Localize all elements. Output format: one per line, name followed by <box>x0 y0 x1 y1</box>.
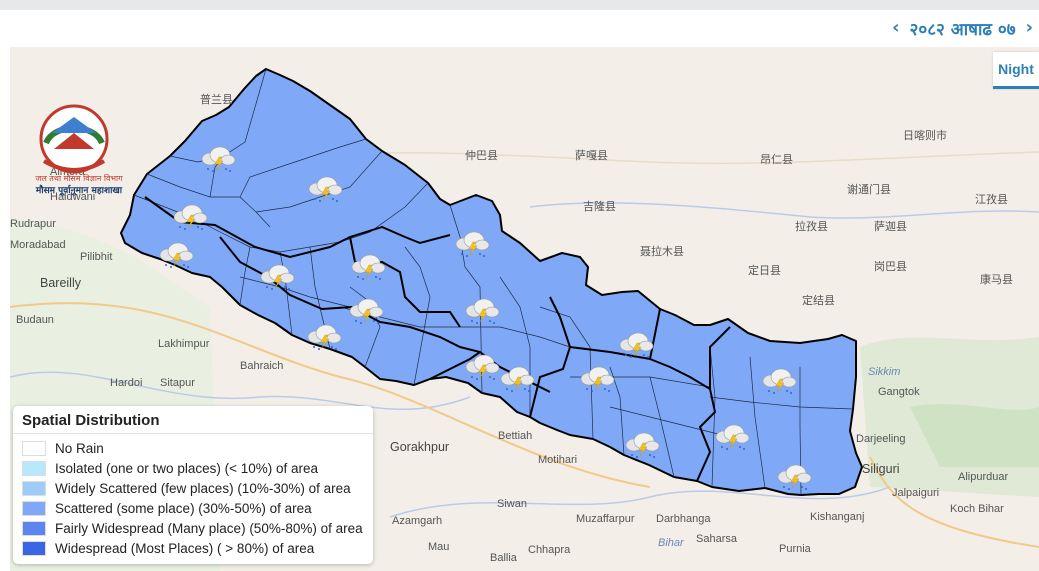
place-dingjie: 定结县 <box>802 293 835 307</box>
legend-item: Scattered (some place) (30%-50%) of area <box>22 498 373 518</box>
place-xietongmen: 谢通门县 <box>847 182 891 196</box>
place-saga: 萨嘎县 <box>575 149 608 162</box>
place-zhongba: 仲巴县 <box>465 148 498 162</box>
place-darbhanga: Darbhanga <box>656 513 711 525</box>
place-shigatse: 日喀则市 <box>903 128 947 142</box>
place-motihari: Motihari <box>538 454 577 466</box>
legend-panel: Spatial Distribution No Rain Isolated (o… <box>13 406 373 564</box>
place-pilibhit: Pilibhit <box>80 251 112 263</box>
place-gorakhpur: Gorakhpur <box>390 440 449 454</box>
place-bareilly: Bareilly <box>40 276 82 290</box>
place-bahraich: Bahraich <box>240 360 283 372</box>
place-purnia: Purnia <box>779 543 812 555</box>
place-nyalam: 聂拉木县 <box>640 244 684 258</box>
place-mau: Mau <box>428 541 449 553</box>
place-moradabad: Moradabad <box>10 239 66 251</box>
place-ballia: Ballia <box>490 552 518 564</box>
legend-swatch <box>22 500 46 516</box>
place-gangtok: Gangtok <box>878 386 920 398</box>
place-lakhimpur: Lakhimpur <box>158 338 210 350</box>
place-lazi: 拉孜县 <box>795 219 828 233</box>
place-kangma: 康马县 <box>980 272 1013 286</box>
place-darjeeling: Darjeeling <box>856 433 906 445</box>
place-bettiah: Bettiah <box>498 430 532 442</box>
legend-label: Widely Scattered (few places) (10%-30%) … <box>55 480 351 496</box>
place-pulan: 普兰县 <box>200 92 233 106</box>
legend-swatch <box>22 540 46 556</box>
place-chhapra: Chhapra <box>528 544 571 556</box>
place-sikkim: Sikkim <box>868 366 900 378</box>
place-dingri: 定日县 <box>748 263 781 277</box>
place-angren: 昂仁县 <box>760 153 793 166</box>
place-cooch-behar: Koch Bihar <box>950 503 1004 515</box>
place-saharsa: Saharsa <box>696 533 738 545</box>
place-rudrapur: Rudrapur <box>10 218 56 230</box>
legend-label: Scattered (some place) (30%-50%) of area <box>55 500 312 516</box>
place-jiangzi: 江孜县 <box>975 192 1008 206</box>
department-logo: जल तथा मौसम विज्ञान विभाग मौसम पूर्वानुम… <box>24 103 134 199</box>
place-hardoi: Hardoi <box>110 377 142 389</box>
legend-item: Isolated (one or two places) (< 10%) of … <box>22 458 373 478</box>
legend-list: No Rain Isolated (one or two places) (< … <box>13 438 373 558</box>
legend-item: No Rain <box>22 438 373 458</box>
date-navigator: ‹ २०८२ आषाढ ०७ › <box>892 14 1039 42</box>
place-jilong: 吉隆县 <box>583 199 616 213</box>
place-gamba: 岗巴县 <box>874 260 907 273</box>
top-strip <box>0 0 1039 10</box>
place-azamgarh: Azamgarh <box>392 515 442 527</box>
place-siwan: Siwan <box>497 498 527 510</box>
night-toggle-button[interactable]: Night <box>993 52 1039 89</box>
place-jalpaiguri: Jalpaiguri <box>892 487 939 499</box>
legend-swatch <box>22 440 46 456</box>
place-sakya: 萨迦县 <box>874 220 907 233</box>
place-siliguri: Siliguri <box>862 462 900 476</box>
place-sitapur: Sitapur <box>160 377 195 389</box>
legend-item: Fairly Widespread (Many place) (50%-80%)… <box>22 518 373 538</box>
chevron-right-icon[interactable]: › <box>1026 19 1033 37</box>
legend-swatch <box>22 460 46 476</box>
place-alipurduar: Alipurduar <box>958 471 1008 483</box>
legend-item: Widespread (Most Places) ( > 80%) of are… <box>22 538 373 558</box>
legend-swatch <box>22 480 46 496</box>
legend-label: Widespread (Most Places) ( > 80%) of are… <box>55 540 315 556</box>
logo-line2: मौसम पूर्वानुमान महाशाखा <box>35 186 123 196</box>
emblem-icon <box>39 104 109 174</box>
legend-item: Widely Scattered (few places) (10%-30%) … <box>22 478 373 498</box>
legend-title: Spatial Distribution <box>13 406 373 434</box>
legend-label: Isolated (one or two places) (< 10%) of … <box>55 460 319 476</box>
chevron-left-icon[interactable]: ‹ <box>892 19 899 37</box>
place-kishanganj: Kishanganj <box>810 511 864 523</box>
place-bihar: Bihar <box>658 537 685 549</box>
forecast-date: २०८२ आषाढ ०७ <box>909 19 1016 40</box>
legend-label: Fairly Widespread (Many place) (50%-80%)… <box>55 520 363 536</box>
legend-label: No Rain <box>55 440 104 456</box>
legend-swatch <box>22 520 46 536</box>
place-budaun: Budaun <box>16 314 54 326</box>
place-muzaffarpur: Muzaffarpur <box>576 513 635 525</box>
